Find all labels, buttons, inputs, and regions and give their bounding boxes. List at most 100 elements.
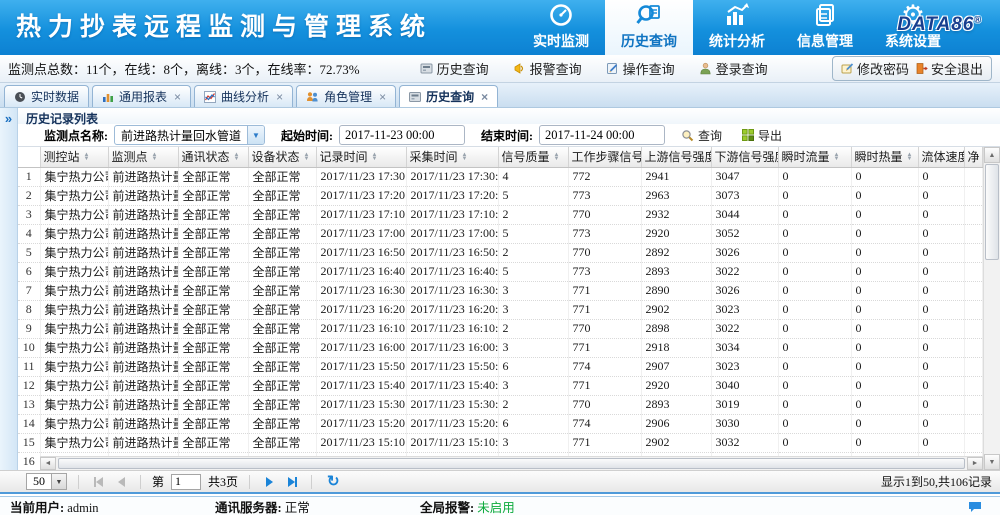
table-row[interactable]: 8集宁热力公司前进路热计量回全部正常全部正常2017/11/23 16:20:0…: [18, 300, 982, 319]
tab-close-icon[interactable]: ×: [276, 90, 283, 104]
table-cell: 0: [918, 414, 964, 433]
next-page-button[interactable]: [261, 474, 277, 490]
scroll-up-icon[interactable]: ▲: [984, 147, 1000, 163]
table-row[interactable]: 5集宁热力公司前进路热计量回全部正常全部正常2017/11/23 16:50:0…: [18, 243, 982, 262]
person-icon: [699, 62, 712, 75]
table-cell: 3044: [711, 205, 778, 224]
page-number-input[interactable]: [171, 474, 201, 490]
table-row[interactable]: 11集宁热力公司前进路热计量回全部正常全部正常2017/11/23 15:50:…: [18, 357, 982, 376]
page-size-select[interactable]: 50 ▼: [26, 473, 67, 490]
table-row[interactable]: 13集宁热力公司前进路热计量回全部正常全部正常2017/11/23 15:30:…: [18, 395, 982, 414]
sort-icon[interactable]: ▲▼: [907, 153, 913, 161]
column-header[interactable]: 下游信号强度▲▼: [711, 147, 778, 167]
message-bubble-icon[interactable]: [968, 500, 982, 515]
table-row[interactable]: 12集宁热力公司前进路热计量回全部正常全部正常2017/11/23 15:40:…: [18, 376, 982, 395]
column-header[interactable]: 工作步骤信号质▲▼: [568, 147, 641, 167]
logout-button[interactable]: 安全退出: [915, 59, 983, 78]
vertical-scrollbar[interactable]: ▲ ▼: [983, 147, 1000, 470]
curve-chart-icon: [204, 91, 216, 103]
point-select[interactable]: 前进路热计量回水管道 ▼: [114, 125, 265, 145]
column-header[interactable]: 瞬时热量▲▼: [851, 147, 918, 167]
sort-icon[interactable]: ▲▼: [834, 153, 840, 161]
start-time-label: 起始时间:: [281, 127, 333, 144]
horizontal-scroll-thumb[interactable]: [58, 458, 965, 469]
link-login-query[interactable]: 登录查询: [699, 59, 768, 78]
table-row[interactable]: 9集宁热力公司前进路热计量回全部正常全部正常2017/11/23 16:10:0…: [18, 319, 982, 338]
column-header[interactable]: 通讯状态▲▼: [178, 147, 248, 167]
sort-icon[interactable]: ▲▼: [304, 153, 310, 161]
sort-icon[interactable]: ▲▼: [462, 153, 468, 161]
chevron-down-icon[interactable]: ▼: [51, 474, 66, 489]
column-header[interactable]: 净▲▼: [964, 147, 982, 167]
table-row[interactable]: 15集宁热力公司前进路热计量回全部正常全部正常2017/11/23 15:10:…: [18, 433, 982, 452]
edit-password-icon: [841, 62, 854, 75]
table-cell: 774: [568, 357, 641, 376]
horizontal-scrollbar[interactable]: ◄ ►: [40, 456, 983, 470]
scroll-left-icon[interactable]: ◄: [40, 457, 56, 470]
vertical-scroll-thumb[interactable]: [985, 164, 999, 260]
chevron-down-icon[interactable]: ▼: [247, 126, 264, 144]
link-alarm-query[interactable]: 报警查询: [513, 59, 582, 78]
sort-icon[interactable]: ▲▼: [554, 153, 560, 161]
table-cell: 11: [18, 357, 40, 376]
table-cell: 770: [568, 395, 641, 414]
tab-history-query[interactable]: 历史查询 ×: [399, 85, 498, 107]
table-cell: 前进路热计量回: [108, 319, 178, 338]
tab-role-management[interactable]: 角色管理 ×: [296, 85, 396, 107]
tab-close-icon[interactable]: ×: [481, 90, 488, 104]
column-header[interactable]: 测控站▲▼: [40, 147, 108, 167]
tab-close-icon[interactable]: ×: [174, 90, 181, 104]
last-page-button[interactable]: [284, 474, 300, 490]
table-cell: 2017/11/23 16:40:00: [316, 262, 406, 281]
column-header[interactable]: 上游信号强度▲▼: [641, 147, 711, 167]
start-time-input[interactable]: [339, 125, 465, 145]
table-row[interactable]: 2集宁热力公司前进路热计量回全部正常全部正常2017/11/23 17:20:0…: [18, 186, 982, 205]
prev-page-button[interactable]: [113, 474, 129, 490]
table-cell: [964, 395, 982, 414]
table-row[interactable]: 7集宁热力公司前进路热计量回全部正常全部正常2017/11/23 16:30:0…: [18, 281, 982, 300]
link-history-query[interactable]: 历史查询: [420, 59, 489, 78]
nav-item-stats[interactable]: 统计分析: [693, 0, 781, 55]
table-cell: 0: [778, 395, 851, 414]
table-cell: 全部正常: [248, 243, 316, 262]
tab-close-icon[interactable]: ×: [379, 90, 386, 104]
table-cell: 3034: [711, 338, 778, 357]
nav-item-info[interactable]: 信息管理: [781, 0, 869, 55]
column-header[interactable]: 记录时间▲▼: [316, 147, 406, 167]
table-row[interactable]: 14集宁热力公司前进路热计量回全部正常全部正常2017/11/23 15:20:…: [18, 414, 982, 433]
column-header[interactable]: 监测点▲▼: [108, 147, 178, 167]
scroll-right-icon[interactable]: ►: [967, 457, 983, 470]
first-page-button[interactable]: [90, 474, 106, 490]
column-header[interactable]: 设备状态▲▼: [248, 147, 316, 167]
table-row[interactable]: 6集宁热力公司前进路热计量回全部正常全部正常2017/11/23 16:40:0…: [18, 262, 982, 281]
sort-icon[interactable]: ▲▼: [84, 153, 90, 161]
table-row[interactable]: 10集宁热力公司前进路热计量回全部正常全部正常2017/11/23 16:00:…: [18, 338, 982, 357]
table-row[interactable]: 4集宁热力公司前进路热计量回全部正常全部正常2017/11/23 17:00:0…: [18, 224, 982, 243]
tab-general-report[interactable]: 通用报表 ×: [92, 85, 191, 107]
column-header[interactable]: 采集时间▲▼: [406, 147, 498, 167]
collapsed-side-panel[interactable]: »: [0, 108, 18, 470]
refresh-icon[interactable]: ↻: [327, 472, 340, 491]
table-cell: 集宁热力公司: [40, 167, 108, 186]
query-button[interactable]: 查询: [677, 125, 726, 146]
scroll-down-icon[interactable]: ▼: [984, 454, 1000, 470]
table-row[interactable]: 1集宁热力公司前进路热计量回全部正常全部正常2017/11/23 17:30:0…: [18, 167, 982, 186]
column-header[interactable]: 流体速度▲▼: [918, 147, 964, 167]
table-cell: [964, 414, 982, 433]
tab-curve-analysis[interactable]: 曲线分析 ×: [194, 85, 293, 107]
column-header[interactable]: 瞬时流量▲▼: [778, 147, 851, 167]
table-cell: 0: [778, 300, 851, 319]
change-password-button[interactable]: 修改密码: [841, 59, 909, 78]
export-button[interactable]: 导出: [738, 125, 786, 146]
column-header[interactable]: 信号质量▲▼: [498, 147, 568, 167]
tab-realtime-data[interactable]: 实时数据: [4, 85, 89, 107]
nav-item-realtime[interactable]: 实时监测: [517, 0, 605, 55]
sort-icon[interactable]: ▲▼: [152, 153, 158, 161]
table-cell: 0: [918, 357, 964, 376]
sort-icon[interactable]: ▲▼: [372, 153, 378, 161]
table-row[interactable]: 3集宁热力公司前进路热计量回全部正常全部正常2017/11/23 17:10:0…: [18, 205, 982, 224]
nav-item-history[interactable]: 历史查询: [605, 0, 693, 55]
sort-icon[interactable]: ▲▼: [234, 153, 240, 161]
link-operation-query[interactable]: 操作查询: [606, 59, 675, 78]
end-time-input[interactable]: [539, 125, 665, 145]
